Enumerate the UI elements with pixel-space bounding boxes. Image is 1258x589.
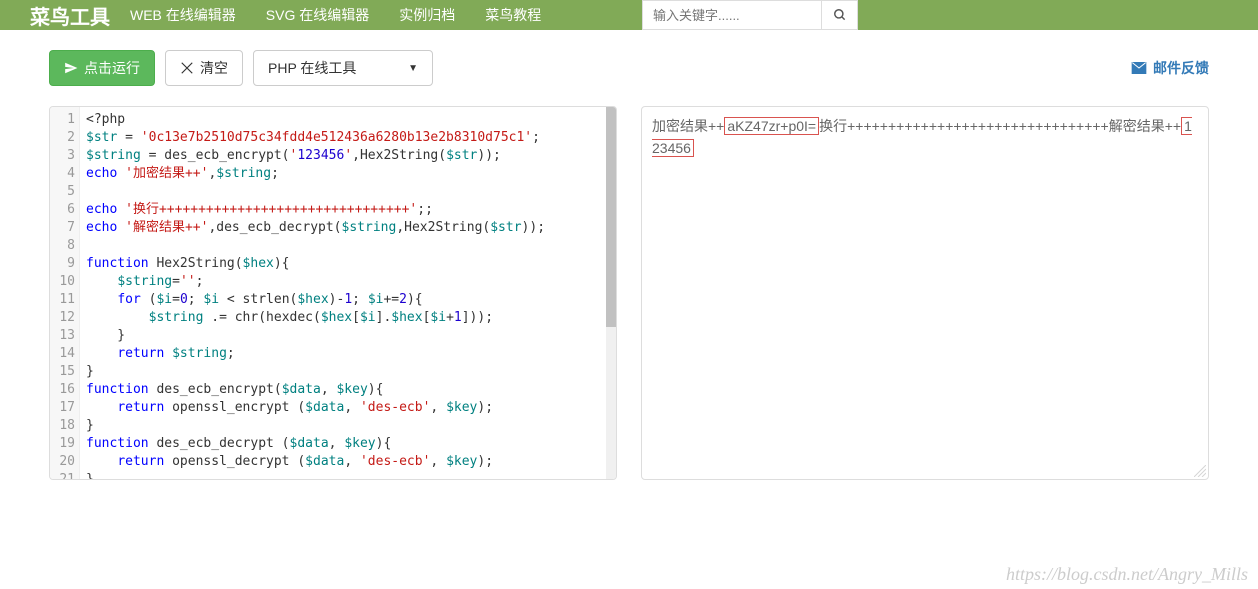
clear-button-label: 清空	[200, 58, 228, 78]
output-prefix1: 加密结果++	[652, 118, 724, 134]
tool-select-label: PHP 在线工具	[268, 58, 356, 78]
output-mid1: 换行	[819, 118, 847, 134]
code-panel: 123456789101112131415161718192021 <?php …	[49, 106, 617, 480]
tool-select[interactable]: PHP 在线工具 ▼	[253, 50, 433, 86]
nav-item-examples[interactable]: 实例归档	[399, 5, 455, 25]
scrollbar-thumb[interactable]	[606, 107, 616, 327]
search-input[interactable]	[642, 0, 822, 30]
feedback-link[interactable]: 邮件反馈	[1131, 58, 1209, 78]
logo[interactable]: 菜鸟工具	[30, 1, 110, 30]
nav-item-svg-editor[interactable]: SVG 在线编辑器	[266, 5, 369, 25]
line-gutter: 123456789101112131415161718192021	[50, 107, 80, 479]
clear-button[interactable]: 清空	[165, 50, 243, 86]
output-text: 加密结果++aKZ47zr+p0I=换行++++++++++++++++++++…	[642, 107, 1208, 167]
output-highlight-encrypted: aKZ47zr+p0I=	[724, 117, 819, 135]
toolbar: 点击运行 清空 PHP 在线工具 ▼ 邮件反馈	[49, 50, 1209, 86]
code-editor[interactable]: <?php $str = '0c13e7b2510d75c34fdd4e5124…	[80, 107, 606, 479]
nav: WEB 在线编辑器 SVG 在线编辑器 实例归档 菜鸟教程	[130, 5, 541, 25]
output-plusses: ++++++++++++++++++++++++++++++++解密结果++	[847, 118, 1181, 134]
search-button[interactable]	[822, 0, 858, 30]
send-icon	[64, 61, 78, 75]
main-container: 点击运行 清空 PHP 在线工具 ▼ 邮件反馈 1234567891011121…	[29, 30, 1229, 500]
search-wrap	[642, 0, 858, 30]
search-icon	[833, 8, 847, 22]
header: 菜鸟工具 WEB 在线编辑器 SVG 在线编辑器 实例归档 菜鸟教程	[0, 0, 1258, 30]
resize-handle-icon[interactable]	[1194, 465, 1206, 477]
output-panel: 加密结果++aKZ47zr+p0I=换行++++++++++++++++++++…	[641, 106, 1209, 480]
eraser-icon	[180, 61, 194, 75]
feedback-label: 邮件反馈	[1153, 58, 1209, 78]
nav-item-tutorial[interactable]: 菜鸟教程	[485, 5, 541, 25]
run-button-label: 点击运行	[84, 58, 140, 78]
run-button[interactable]: 点击运行	[49, 50, 155, 86]
chevron-down-icon: ▼	[408, 63, 418, 74]
panels: 123456789101112131415161718192021 <?php …	[49, 106, 1209, 480]
mail-icon	[1131, 60, 1147, 76]
scrollbar[interactable]	[606, 107, 616, 479]
watermark: https://blog.csdn.net/Angry_Mills	[1006, 564, 1248, 585]
nav-item-web-editor[interactable]: WEB 在线编辑器	[130, 5, 236, 25]
